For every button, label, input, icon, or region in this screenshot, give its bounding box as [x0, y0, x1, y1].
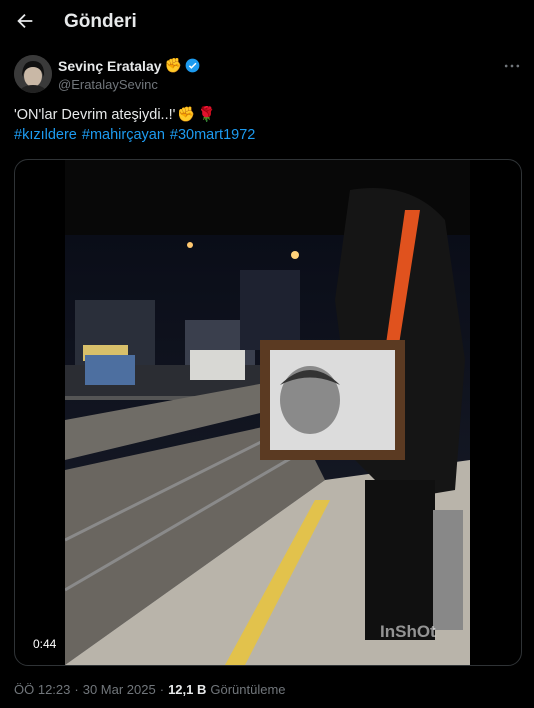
video-duration: 0:44 — [27, 636, 63, 652]
author-name[interactable]: Sevinç Eratalay — [58, 58, 162, 74]
tweet-text: 'ON'lar Devrim ateşiydi..!' — [14, 106, 176, 123]
avatar[interactable] — [14, 55, 52, 93]
author-handle[interactable]: @EratalaySevinc — [58, 77, 158, 92]
video-watermark: InShOt — [380, 622, 436, 641]
video-frame[interactable] — [64, 160, 470, 665]
meta-separator: · — [74, 682, 79, 697]
hashtag-link[interactable]: #kızıldere — [14, 127, 77, 143]
hashtags: #kızıldere #mahirçayan #30mart1972 — [14, 127, 255, 143]
video-still — [64, 160, 470, 665]
tweet-text-line: 'ON'lar Devrim ateşiydi..!' ✊ 🌹 — [14, 106, 216, 124]
rose-icon: 🌹 — [197, 107, 216, 123]
video-player[interactable]: 0:44 InShOt — [14, 159, 522, 666]
hashtag-link[interactable]: #mahirçayan — [82, 127, 165, 143]
page-title: Gönderi — [64, 11, 137, 32]
author-name-row[interactable]: Sevinç Eratalay ✊ — [58, 57, 200, 74]
hashtag-link[interactable]: #30mart1972 — [170, 127, 255, 143]
tweet-meta: ÖÖ 12:23 · 30 Mar 2025 · 12,1 B Görüntül… — [14, 682, 286, 697]
raised-fist-icon: ✊ — [177, 107, 196, 123]
meta-separator: · — [159, 682, 165, 697]
views-count: 12,1 B — [168, 682, 207, 697]
post-time[interactable]: ÖÖ 12:23 — [14, 682, 70, 697]
top-bar: Gönderi — [0, 0, 534, 46]
raised-fist-icon: ✊ — [164, 57, 182, 73]
arrow-left-icon[interactable] — [14, 10, 36, 32]
views-label: Görüntüleme — [210, 682, 286, 697]
more-dots-icon[interactable] — [502, 56, 522, 76]
post-date[interactable]: 30 Mar 2025 — [83, 682, 156, 697]
verified-badge-icon — [185, 58, 200, 73]
